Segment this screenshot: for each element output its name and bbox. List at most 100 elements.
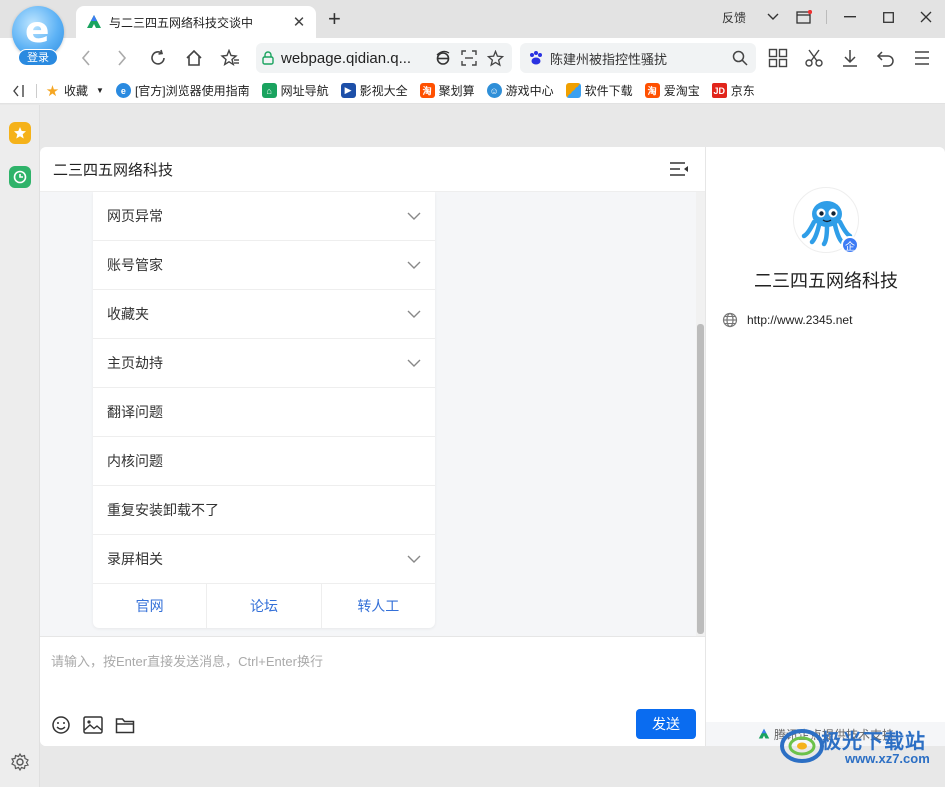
chevron-down-icon — [407, 555, 421, 563]
active-tab[interactable]: 与二三四五网络科技交谈中 ✕ — [76, 6, 316, 38]
favorite-list-icon[interactable] — [218, 46, 242, 70]
close-tab-icon[interactable]: ✕ — [292, 13, 306, 31]
scrollbar-thumb[interactable] — [697, 324, 704, 634]
nav-2345-icon: ⌂ — [261, 83, 277, 98]
sidebar-toggle-icon[interactable] — [12, 84, 28, 98]
history-panel-button[interactable] — [9, 166, 31, 188]
bookmark-item[interactable]: ⌂ 网址导航 — [261, 82, 329, 99]
chevron-down-icon[interactable] — [760, 0, 786, 34]
undo-icon[interactable] — [874, 46, 898, 70]
chevron-down-icon — [407, 359, 421, 367]
chevron-down-icon — [407, 212, 421, 220]
jd-icon: JD — [711, 83, 727, 98]
tab-strip: 与二三四五网络科技交谈中 ✕ + 反馈 — [0, 0, 945, 38]
login-button[interactable]: 登录 — [18, 49, 58, 66]
search-box[interactable]: 陈建州被指控性骚扰 — [520, 43, 756, 73]
bookmarks-bar: ★ 收藏 ▼ e [官方]浏览器使用指南 ⌂ 网址导航 ▶ 影视大全 淘 聚划算… — [0, 78, 945, 104]
qidian-logo-icon — [758, 728, 770, 739]
minimize-icon[interactable] — [831, 0, 869, 34]
bookmark-item[interactable]: 淘 聚划算 — [419, 82, 475, 99]
apps-icon — [565, 83, 581, 98]
feedback-button[interactable]: 反馈 — [722, 9, 746, 26]
back-icon[interactable] — [74, 46, 98, 70]
org-name: 二三四五网络科技 — [754, 271, 898, 291]
human-agent-link[interactable]: 转人工 — [322, 584, 435, 628]
home-icon[interactable] — [182, 46, 206, 70]
menu-icon[interactable] — [910, 46, 934, 70]
bookmark-item[interactable]: ☺ 游戏中心 — [486, 82, 554, 99]
window-controls: 反馈 — [722, 0, 945, 34]
image-icon[interactable] — [82, 714, 104, 736]
divider — [826, 10, 827, 24]
film-icon: ▶ — [340, 83, 356, 98]
enterprise-badge: 企 — [841, 236, 859, 254]
watermark-text: 极光下载站 — [821, 731, 926, 753]
address-toolbar: webpage.qidian.q... 陈建州被指控性骚扰 — [0, 38, 945, 78]
watermark-logo-icon — [780, 729, 824, 763]
forum-link[interactable]: 论坛 — [207, 584, 322, 628]
bookmark-item[interactable]: 淘 爱淘宝 — [644, 82, 700, 99]
send-button[interactable]: 发送 — [636, 709, 696, 739]
taobao-icon: 淘 — [644, 83, 660, 98]
browser-icon: e — [115, 83, 131, 98]
settings-icon[interactable] — [10, 752, 30, 772]
faq-links: 官网 论坛 转人工 — [93, 584, 435, 628]
profile-panel: 企 二三四五网络科技 http://www.2345.net 腾讯企点提供技术支… — [705, 147, 945, 746]
new-tab-button[interactable]: + — [328, 8, 341, 30]
maximize-icon[interactable] — [869, 0, 907, 34]
website-row: http://www.2345.net — [722, 312, 852, 328]
bookmark-item[interactable]: e [官方]浏览器使用指南 — [115, 82, 250, 99]
screenshot-icon[interactable] — [458, 47, 480, 69]
bookmark-item[interactable]: ▶ 影视大全 — [340, 82, 408, 99]
globe-icon — [722, 312, 738, 328]
skin-icon[interactable] — [786, 0, 822, 34]
browser-window: 与二三四五网络科技交谈中 ✕ + 反馈 webpage.qidian.q... … — [0, 0, 945, 787]
star-icon — [14, 127, 26, 139]
faq-item[interactable]: 录屏相关 — [93, 535, 435, 584]
qidian-logo-icon — [87, 15, 101, 28]
download-icon[interactable] — [838, 46, 862, 70]
star-icon[interactable] — [484, 47, 506, 69]
apps-icon[interactable] — [766, 46, 790, 70]
faq-item[interactable]: 网页异常 — [93, 192, 435, 241]
website-link[interactable]: http://www.2345.net — [747, 313, 852, 327]
official-site-link[interactable]: 官网 — [93, 584, 208, 628]
forward-icon[interactable] — [110, 46, 134, 70]
message-area[interactable]: 网页异常 账号管家 收藏夹 主页劫持 翻译问题 内核问题 重复安装卸载不了 录屏… — [40, 192, 705, 636]
faq-item[interactable]: 翻译问题 — [93, 388, 435, 437]
url-text[interactable]: webpage.qidian.q... — [281, 50, 428, 67]
chevron-down-icon — [407, 310, 421, 318]
watermark-url: www.xz7.com — [845, 751, 930, 766]
clock-icon — [13, 170, 27, 184]
search-icon[interactable] — [732, 50, 748, 66]
bookmark-favorites[interactable]: ★ 收藏 ▼ — [45, 82, 104, 100]
tab-title: 与二三四五网络科技交谈中 — [109, 15, 254, 30]
divider — [36, 83, 37, 98]
folder-icon[interactable] — [114, 714, 136, 736]
message-input-area[interactable]: 请输入，按Enter直接发送消息，Ctrl+Enter换行 发送 — [40, 636, 705, 746]
close-window-icon[interactable] — [907, 0, 945, 34]
taobao-icon: 淘 — [419, 83, 435, 98]
favorites-panel-button[interactable] — [9, 122, 31, 144]
faq-item[interactable]: 重复安装卸载不了 — [93, 486, 435, 535]
message-input[interactable]: 请输入，按Enter直接发送消息，Ctrl+Enter换行 — [51, 651, 323, 670]
search-text[interactable]: 陈建州被指控性骚扰 — [550, 49, 732, 68]
emoji-icon[interactable] — [50, 714, 72, 736]
chat-title: 二三四五网络科技 — [53, 161, 174, 179]
bookmark-item[interactable]: JD 京东 — [711, 82, 755, 99]
ie-mode-icon[interactable] — [432, 47, 454, 69]
collapse-menu-icon[interactable] — [669, 161, 689, 177]
chat-header: 二三四五网络科技 — [40, 147, 705, 192]
caret-down-icon: ▼ — [96, 86, 104, 95]
scissors-icon[interactable] — [802, 46, 826, 70]
faq-item[interactable]: 内核问题 — [93, 437, 435, 486]
faq-item[interactable]: 账号管家 — [93, 241, 435, 290]
address-bar[interactable]: webpage.qidian.q... — [256, 43, 512, 73]
faq-item[interactable]: 主页劫持 — [93, 339, 435, 388]
scrollbar[interactable] — [696, 192, 705, 636]
bookmark-item[interactable]: 软件下载 — [565, 82, 633, 99]
watermark: 极光下载站 www.xz7.com — [779, 721, 939, 769]
faq-item[interactable]: 收藏夹 — [93, 290, 435, 339]
refresh-icon[interactable] — [146, 46, 170, 70]
browser-logo[interactable]: e 登录 — [10, 6, 68, 68]
